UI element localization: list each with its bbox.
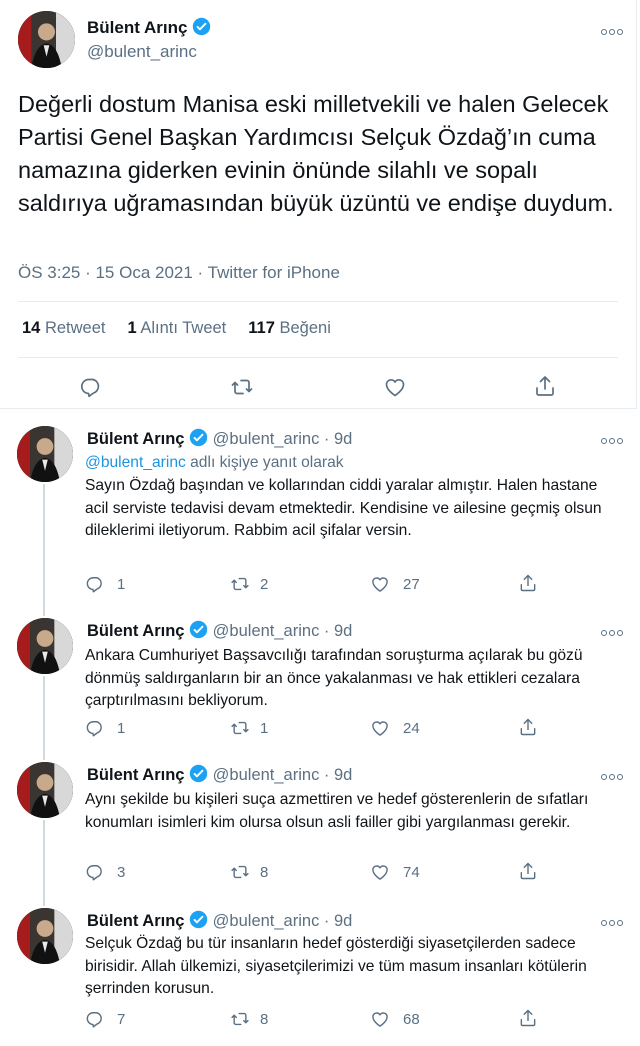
verified-badge-icon [192, 17, 211, 36]
author-handle[interactable]: @bulent_arinc [213, 430, 320, 448]
verified-badge-icon [189, 910, 208, 929]
author-name[interactable]: Bülent Arınç [87, 622, 184, 640]
tweet-time[interactable]: · 9d [324, 622, 352, 640]
more-icon[interactable] [600, 623, 624, 639]
reply-header: Bülent Arınç @bulent_arinc · 9d [87, 620, 352, 641]
verified-badge-icon [189, 764, 208, 783]
tweet-text: Aynı şekilde bu kişileri suça azmettiren… [85, 791, 589, 831]
reply-to-link[interactable]: @bulent_arinc [85, 454, 186, 471]
avatar[interactable] [17, 618, 73, 674]
tweet-time[interactable]: · 9d [324, 912, 352, 930]
avatar[interactable] [18, 11, 75, 68]
divider [18, 357, 618, 358]
quote-stat[interactable]: 1 Alıntı Tweet [127, 319, 226, 337]
tweet-stats: 14 Retweet 1 Alıntı Tweet 117 Beğeni [22, 319, 331, 338]
more-icon[interactable] [600, 431, 624, 447]
retweet-stat[interactable]: 14 Retweet [22, 319, 105, 337]
retweet-icon[interactable] [230, 375, 254, 399]
reply-tweet[interactable]: Bülent Arınç @bulent_arinc · 9d Ankara C… [0, 612, 636, 752]
author-name[interactable]: Bülent Arınç [87, 430, 184, 448]
tweet-time[interactable]: · 9d [324, 766, 352, 784]
tweet-time[interactable]: · 9d [324, 430, 352, 448]
tweet-text: Selçuk Özdağ bu tür insanların hedef gös… [85, 935, 587, 997]
like-icon[interactable] [383, 375, 407, 399]
author-handle[interactable]: @bulent_arinc [213, 622, 320, 640]
reply-context: @bulent_arinc adlı kişiye yanıt olarak [85, 454, 344, 471]
avatar[interactable] [17, 426, 73, 482]
tweet-meta[interactable]: ÖS 3:25 · 15 Oca 2021 · Twitter for iPho… [18, 263, 340, 283]
author-handle[interactable]: @bulent_arinc [213, 766, 320, 784]
verified-badge-icon [189, 428, 208, 447]
more-icon[interactable] [600, 767, 624, 783]
tweet-text: Ankara Cumhuriyet Başsavcılığı tarafında… [85, 647, 583, 709]
reply-tweet[interactable]: Bülent Arınç @bulent_arinc · 9d Selçuk Ö… [0, 902, 636, 1042]
reply-tweet[interactable]: Bülent Arınç @bulent_arinc · 9d @bulent_… [0, 420, 636, 610]
author-block: Bülent Arınç [87, 17, 211, 38]
avatar[interactable] [17, 762, 73, 818]
share-icon[interactable] [533, 374, 557, 398]
avatar[interactable] [17, 908, 73, 964]
main-tweet: Bülent Arınç @bulent_arinc Değerli dostu… [0, 0, 637, 409]
reply-tweet[interactable]: Bülent Arınç @bulent_arinc · 9d Aynı şek… [0, 756, 636, 896]
author-name[interactable]: Bülent Arınç [87, 18, 187, 37]
author-handle[interactable]: @bulent_arinc [87, 42, 197, 62]
divider [18, 301, 618, 302]
more-icon[interactable] [600, 913, 624, 929]
author-handle[interactable]: @bulent_arinc [213, 912, 320, 930]
author-name[interactable]: Bülent Arınç [87, 912, 184, 930]
reply-header: Bülent Arınç @bulent_arinc · 9d [87, 428, 352, 449]
like-stat[interactable]: 117 Beğeni [248, 319, 331, 337]
reply-header: Bülent Arınç @bulent_arinc · 9d [87, 910, 352, 931]
tweet-text: Sayın Özdağ başından ve kollarından cidd… [85, 477, 602, 539]
tweet-text: Değerli dostum Manisa eski milletvekili … [18, 91, 614, 216]
reply-header: Bülent Arınç @bulent_arinc · 9d [87, 764, 352, 785]
more-icon[interactable] [600, 22, 624, 38]
verified-badge-icon [189, 620, 208, 639]
reply-icon[interactable] [79, 375, 103, 399]
author-name[interactable]: Bülent Arınç [87, 766, 184, 784]
